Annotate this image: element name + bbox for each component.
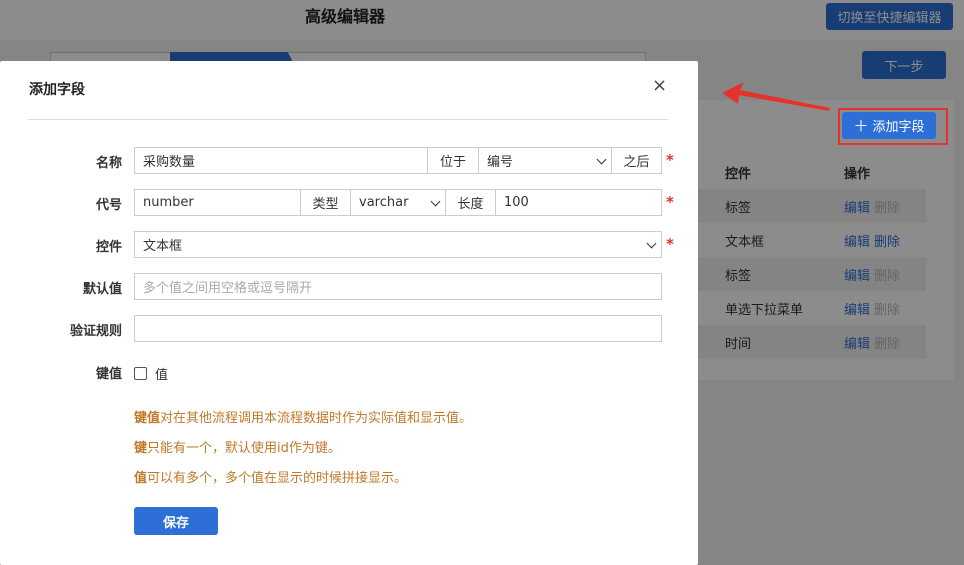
position-value: 编号 bbox=[487, 155, 514, 170]
name-input[interactable]: 采购数量 bbox=[134, 147, 428, 174]
hint-line: 值可以有多个，多个值在显示的时候拼接显示。 bbox=[134, 467, 407, 486]
hint-line: 键值对在其他流程调用本流程数据时作为实际值和显示值。 bbox=[134, 407, 472, 426]
type-value: varchar bbox=[359, 195, 409, 210]
validation-input[interactable] bbox=[134, 315, 662, 342]
dialog-title: 添加字段 bbox=[29, 82, 85, 98]
position-label: 位于 bbox=[427, 147, 479, 174]
after-label: 之后 bbox=[611, 147, 662, 174]
control-select[interactable]: 文本框 bbox=[134, 231, 662, 258]
dialog-divider bbox=[28, 119, 668, 120]
validation-label: 验证规则 bbox=[69, 324, 122, 339]
highlight-box bbox=[838, 108, 948, 145]
key-label: 键值 bbox=[95, 367, 122, 382]
add-field-dialog: 添加字段 × 名称 采购数量 位于 编号 之后 * 代号 number 类型 v… bbox=[0, 61, 698, 565]
annotation-arrow-icon bbox=[722, 82, 830, 111]
hint-bold: 值 bbox=[134, 471, 148, 486]
hint-bold: 键值 bbox=[134, 411, 161, 426]
close-icon[interactable]: × bbox=[652, 77, 667, 95]
chevron-down-icon bbox=[430, 196, 441, 207]
value-checkbox[interactable] bbox=[134, 367, 147, 380]
code-input[interactable]: number bbox=[134, 189, 301, 216]
code-label: 代号 bbox=[95, 198, 122, 213]
required-mark: * bbox=[666, 235, 674, 253]
name-label: 名称 bbox=[95, 156, 122, 171]
required-mark: * bbox=[666, 193, 674, 211]
type-select[interactable]: varchar bbox=[350, 189, 446, 216]
chevron-down-icon bbox=[596, 154, 607, 165]
hint-line: 键只能有一个，默认使用id作为键。 bbox=[134, 437, 341, 456]
chevron-down-icon bbox=[646, 238, 657, 249]
type-label: 类型 bbox=[300, 189, 351, 216]
name-value: 采购数量 bbox=[143, 155, 196, 170]
hint-text: 只能有一个，默认使用id作为键。 bbox=[147, 441, 341, 456]
default-input[interactable]: 多个值之间用空格或逗号隔开 bbox=[134, 273, 662, 300]
length-label: 长度 bbox=[445, 189, 496, 216]
hint-text: 可以有多个，多个值在显示的时候拼接显示。 bbox=[147, 471, 408, 486]
default-placeholder: 多个值之间用空格或逗号隔开 bbox=[143, 281, 313, 296]
control-value: 文本框 bbox=[143, 239, 183, 254]
value-checkbox-label: 值 bbox=[155, 368, 169, 383]
required-mark: * bbox=[666, 151, 674, 169]
control-label: 控件 bbox=[95, 240, 122, 255]
hint-text: 对在其他流程调用本流程数据时作为实际值和显示值。 bbox=[160, 411, 473, 426]
length-value: 100 bbox=[504, 195, 529, 210]
position-select[interactable]: 编号 bbox=[478, 147, 612, 174]
length-input[interactable]: 100 bbox=[495, 189, 662, 216]
hint-bold: 键 bbox=[134, 441, 148, 456]
default-label: 默认值 bbox=[82, 282, 122, 297]
code-value: number bbox=[143, 195, 194, 210]
save-button[interactable]: 保存 bbox=[134, 507, 218, 535]
